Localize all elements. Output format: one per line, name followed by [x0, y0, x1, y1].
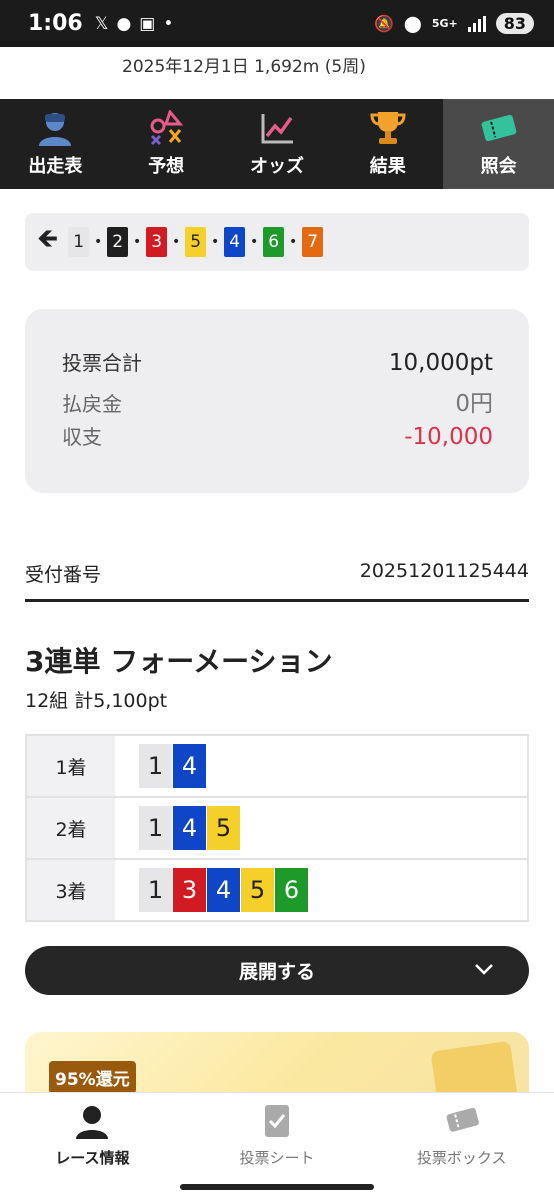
receipt-number: 20251201125444 [359, 560, 529, 582]
trophy-icon [370, 112, 406, 144]
signal-icon [467, 15, 486, 32]
payout-label: 払戻金 [62, 392, 122, 416]
expand-label: 展開する [238, 961, 315, 983]
horse-number-cell: 3 [173, 868, 206, 912]
tab-label: 投票シート [239, 1149, 315, 1167]
tab-label: 照会 [480, 156, 517, 177]
horse-number-chip: 5 [185, 227, 207, 257]
race-nav: 出走表 予想 オッズ 結果 照会 [0, 99, 554, 189]
payout-row: 払戻金 0円 [62, 384, 493, 421]
tab-inquiry[interactable]: 照会 [443, 99, 554, 189]
horse-number-cell: 5 [207, 806, 240, 850]
line-app-icon: ● [116, 13, 132, 34]
horse-number-cell: 5 [241, 868, 274, 912]
horse-number-chip: 2 [107, 227, 129, 257]
tab-label: 予想 [148, 156, 185, 177]
balance-value: -10,000 [404, 424, 493, 450]
separator-dot: • [171, 234, 181, 250]
tab-label: 投票ボックス [416, 1149, 507, 1167]
tab-race-info[interactable]: レース情報 [0, 1093, 185, 1200]
x-app-icon: 𝕏 [94, 13, 109, 34]
bet-type-title: 3連単 フォーメーション [25, 645, 333, 678]
screenshot-icon: ▣ [139, 13, 156, 34]
formation-table: 1着 1 4 2着 1 4 5 3着 1 3 4 5 6 [25, 734, 529, 922]
horse-number-cell: 6 [275, 868, 308, 912]
battery-indicator: 83 [495, 13, 534, 34]
tab-odds[interactable]: オッズ [222, 99, 333, 189]
tab-results[interactable]: 結果 [332, 99, 443, 189]
horse-number-cell: 4 [173, 744, 206, 788]
horse-number-cell: 1 [139, 868, 172, 912]
place-label: 2着 [27, 798, 115, 858]
checklist-icon [265, 1105, 289, 1137]
bet-count-total: 12組 計5,100pt [25, 690, 168, 712]
tab-prediction[interactable]: 予想 [111, 99, 222, 189]
horse-number-chip: 6 [263, 227, 285, 257]
location-icon: ⬤ [403, 14, 422, 33]
promo-badge: 95%還元 [49, 1061, 136, 1094]
tab-entries[interactable]: 出走表 [0, 99, 111, 189]
table-row: 3着 1 3 4 5 6 [27, 860, 527, 920]
separator-dot: • [132, 234, 142, 250]
place-label: 1着 [27, 736, 115, 796]
mute-icon: 🔕 [374, 14, 394, 33]
tab-label: 出走表 [28, 156, 83, 177]
horse-number-chip: 1 [68, 227, 90, 257]
tab-label: オッズ [249, 156, 304, 177]
expand-button[interactable]: 展開する [25, 946, 529, 995]
back-arrow-icon[interactable]: 🡸 [37, 220, 58, 264]
race-info: 2025年12月1日 1,692m (5周) [0, 47, 554, 99]
horse-number-chip: 7 [302, 227, 324, 257]
payout-value: 0円 [455, 391, 493, 417]
horse-number-cell: 1 [139, 744, 172, 788]
receipt-row: 受付番号 20251201125444 [25, 554, 529, 602]
chevron-down-icon [475, 964, 493, 975]
total-row: 投票合計 10,000pt [62, 347, 493, 384]
total-label: 投票合計 [62, 351, 142, 375]
separator-dot: • [93, 234, 103, 250]
separator-dot: • [249, 234, 259, 250]
notification-icons: 𝕏 ● ▣ • [95, 14, 174, 34]
place-label: 3着 [27, 860, 115, 920]
table-row: 2着 1 4 5 [27, 798, 527, 860]
tab-label: レース情報 [55, 1149, 130, 1167]
chart-line-icon [261, 114, 293, 144]
more-notifications-icon: • [163, 13, 174, 34]
receipt-label: 受付番号 [25, 564, 102, 586]
horse-number-cell: 1 [139, 806, 172, 850]
betting-summary: 投票合計 10,000pt 払戻金 0円 収支 -10,000 [25, 309, 529, 493]
total-value: 10,000pt [388, 350, 493, 376]
person-icon [76, 1106, 109, 1139]
network-type: 5G+ [431, 17, 458, 30]
separator-dot: • [288, 234, 298, 250]
ticket-icon [481, 114, 516, 142]
home-indicator[interactable] [180, 1184, 374, 1190]
tab-bet-box[interactable]: 投票ボックス [369, 1093, 554, 1200]
horse-number-chip: 4 [224, 227, 246, 257]
table-row: 1着 1 4 [27, 736, 527, 798]
status-bar: 1:06 𝕏 ● ▣ • 🔕 ⬤ 5G+ 83 [0, 0, 554, 47]
horse-order-bar: 🡸 1 • 2 • 3 • 5 • 4 • 6 • 7 [25, 213, 529, 271]
horse-number-chip: 3 [146, 227, 168, 257]
symbols-icon [150, 110, 184, 146]
person-icon [39, 113, 72, 146]
horse-number-cell: 4 [173, 806, 206, 850]
horse-number-cell: 4 [207, 868, 240, 912]
balance-label: 収支 [62, 425, 102, 449]
clock: 1:06 [28, 11, 83, 36]
tab-label: 結果 [369, 156, 406, 177]
separator-dot: • [210, 234, 220, 250]
tickets-icon [446, 1107, 479, 1132]
balance-row: 収支 -10,000 [62, 421, 493, 458]
